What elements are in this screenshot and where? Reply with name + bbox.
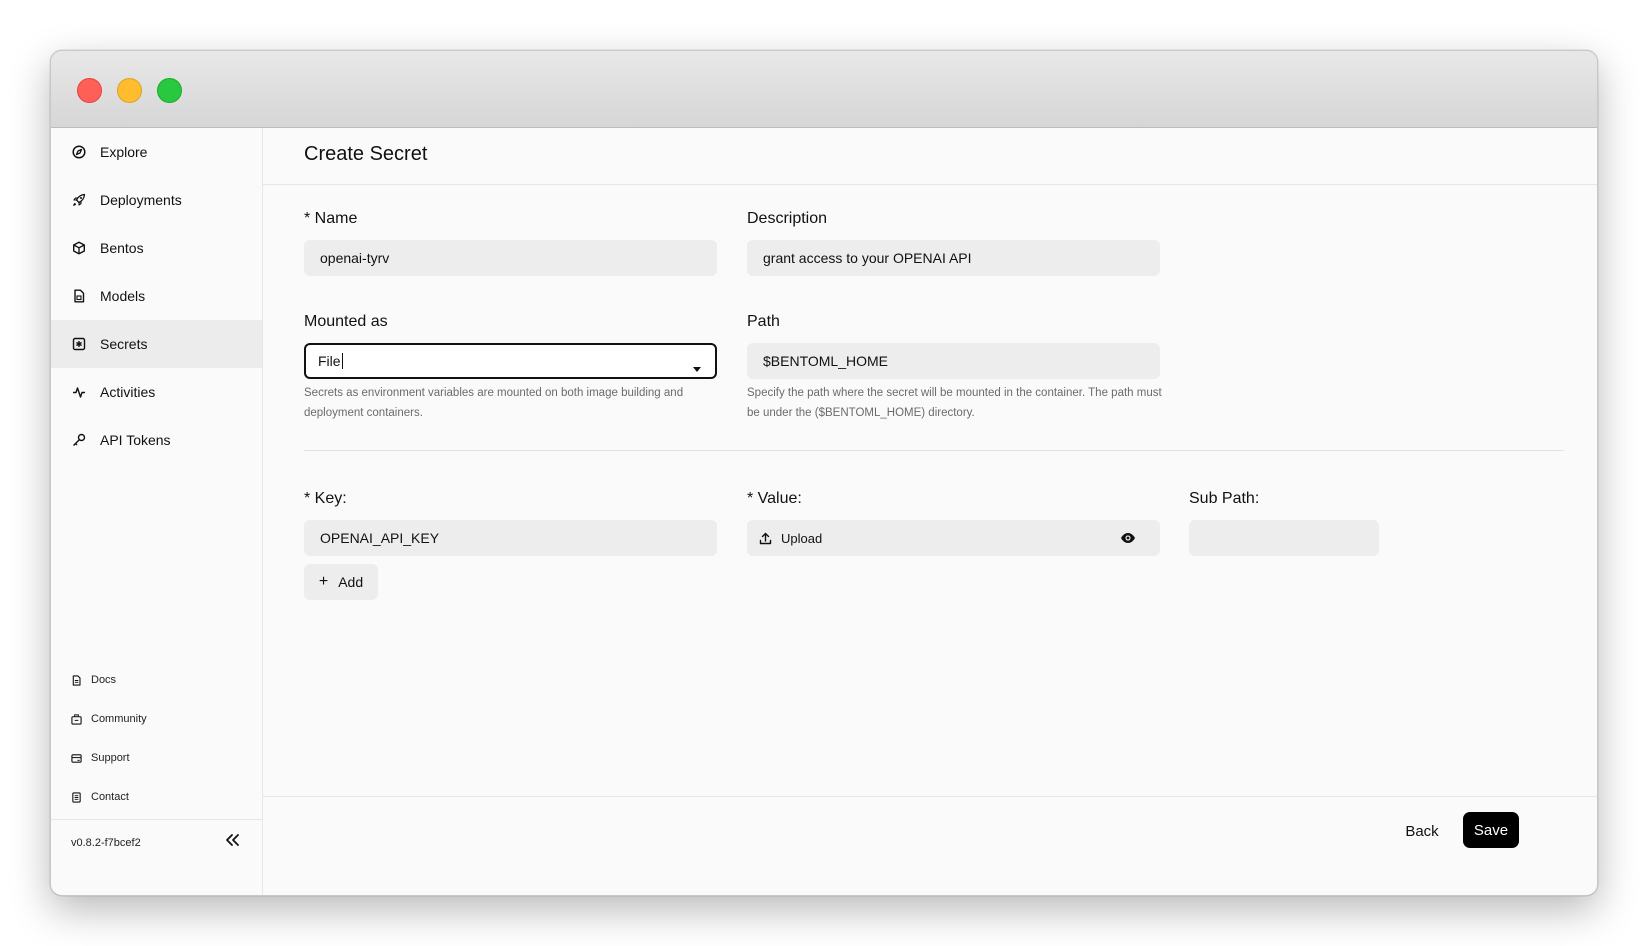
mounted-as-value: File bbox=[318, 353, 341, 369]
footer-link-label: Docs bbox=[91, 674, 117, 686]
caret-down-icon bbox=[693, 359, 701, 375]
maximize-window-button[interactable] bbox=[157, 78, 182, 103]
sub-path-label: Sub Path: bbox=[1189, 490, 1260, 507]
page-title: Create Secret bbox=[304, 143, 428, 165]
community-icon bbox=[71, 713, 83, 725]
path-label: Path bbox=[747, 313, 780, 330]
back-button[interactable]: Back bbox=[1397, 814, 1447, 848]
path-help: Specify the path where the secret will b… bbox=[747, 387, 1162, 419]
key-label: * Key: bbox=[304, 490, 347, 507]
sidebar-item-label: Explore bbox=[100, 144, 148, 160]
upload-button[interactable]: Upload bbox=[759, 531, 822, 546]
form-divider bbox=[304, 450, 1564, 451]
title-bar bbox=[51, 51, 1597, 128]
cube-icon bbox=[71, 240, 87, 256]
name-input[interactable] bbox=[304, 240, 717, 276]
footer-link-label: Support bbox=[91, 752, 130, 764]
main-content: Create Secret * Name Description Mounted… bbox=[263, 128, 1597, 895]
sidebar: Explore Deployments Bentos Models Secret… bbox=[51, 128, 263, 895]
name-label: * Name bbox=[304, 210, 358, 227]
docs-icon bbox=[71, 674, 83, 686]
sidebar-item-models[interactable]: Models bbox=[51, 272, 262, 320]
mounted-as-help: Secrets as environment variables are mou… bbox=[304, 387, 684, 419]
sidebar-item-api-tokens[interactable]: API Tokens bbox=[51, 416, 262, 464]
secret-icon bbox=[71, 336, 87, 352]
chevrons-left-icon bbox=[224, 833, 240, 852]
upload-label: Upload bbox=[781, 530, 823, 546]
sidebar-item-label: Models bbox=[100, 288, 146, 304]
minimize-window-button[interactable] bbox=[117, 78, 142, 103]
key-icon bbox=[71, 432, 87, 448]
save-button[interactable]: Save bbox=[1463, 812, 1519, 848]
header-divider bbox=[263, 184, 1597, 185]
footer-link-label: Community bbox=[91, 713, 147, 725]
sidebar-item-label: Bentos bbox=[100, 240, 144, 256]
sidebar-item-label: Deployments bbox=[100, 192, 182, 208]
value-label: * Value: bbox=[747, 490, 802, 507]
footer-link-label: Contact bbox=[91, 791, 129, 803]
rocket-icon bbox=[71, 192, 87, 208]
footer-link-docs[interactable]: Docs bbox=[71, 670, 116, 690]
description-label: Description bbox=[747, 210, 828, 227]
text-cursor bbox=[341, 353, 343, 369]
version-label: v0.8.2-f7bcef2 bbox=[71, 837, 141, 849]
sidebar-item-secrets[interactable]: Secrets bbox=[51, 320, 262, 368]
footer-link-support[interactable]: Support bbox=[71, 748, 130, 768]
collapse-sidebar-button[interactable] bbox=[221, 831, 243, 853]
upload-icon bbox=[759, 532, 772, 545]
description-input[interactable] bbox=[747, 240, 1160, 276]
sidebar-item-deployments[interactable]: Deployments bbox=[51, 176, 262, 224]
document-icon bbox=[71, 288, 87, 304]
sidebar-item-activities[interactable]: Activities bbox=[51, 368, 262, 416]
mounted-as-select[interactable]: File bbox=[304, 343, 717, 379]
activity-icon bbox=[71, 384, 87, 400]
eye-icon[interactable] bbox=[1120, 530, 1136, 549]
close-window-button[interactable] bbox=[77, 78, 102, 103]
footer-divider bbox=[263, 796, 1597, 797]
compass-icon bbox=[71, 144, 87, 160]
footer-link-community[interactable]: Community bbox=[71, 709, 147, 729]
mounted-as-label: Mounted as bbox=[304, 313, 388, 330]
add-button[interactable]: + Add bbox=[304, 564, 378, 600]
sidebar-item-explore[interactable]: Explore bbox=[51, 128, 262, 176]
path-input[interactable] bbox=[747, 343, 1160, 379]
sidebar-item-bentos[interactable]: Bentos bbox=[51, 224, 262, 272]
footer-link-contact[interactable]: Contact bbox=[71, 787, 129, 807]
app-window: Explore Deployments Bentos Models Secret… bbox=[50, 50, 1598, 896]
add-label: Add bbox=[338, 574, 364, 590]
sub-path-input[interactable] bbox=[1189, 520, 1379, 556]
key-input[interactable] bbox=[304, 520, 717, 556]
sidebar-item-label: API Tokens bbox=[100, 432, 171, 448]
sidebar-item-label: Secrets bbox=[100, 336, 148, 352]
support-icon bbox=[71, 752, 83, 764]
contact-icon bbox=[71, 791, 83, 803]
sidebar-item-label: Activities bbox=[100, 384, 156, 400]
sidebar-divider bbox=[51, 819, 262, 820]
plus-icon: + bbox=[318, 573, 329, 590]
value-upload-field: Upload bbox=[747, 520, 1160, 556]
